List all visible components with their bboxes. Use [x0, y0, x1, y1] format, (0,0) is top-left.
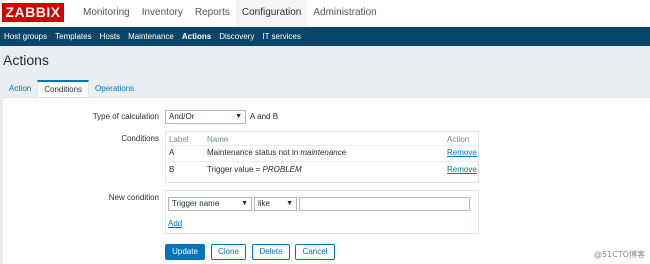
condition-b-label: B	[169, 165, 175, 174]
main-nav: Monitoring Inventory Reports Configurati…	[77, 0, 383, 27]
subnav-host-groups[interactable]: Host groups	[0, 27, 51, 46]
subnav-templates[interactable]: Templates	[51, 27, 95, 46]
nav-monitoring[interactable]: Monitoring	[77, 0, 136, 27]
page-title: Actions	[3, 52, 49, 68]
delete-button[interactable]: Delete	[252, 244, 290, 260]
header-divider	[166, 145, 478, 146]
calculation-expression: A and B	[250, 112, 279, 121]
clone-button[interactable]: Clone	[211, 244, 246, 260]
condition-b-name: Trigger value = PROBLEM	[207, 165, 302, 174]
subnav-discovery[interactable]: Discovery	[215, 27, 258, 46]
subnav-hosts[interactable]: Hosts	[96, 27, 124, 46]
nav-reports[interactable]: Reports	[189, 0, 236, 27]
zabbix-logo[interactable]: ZABBIX	[2, 3, 64, 22]
nav-configuration[interactable]: Configuration	[235, 0, 308, 27]
subnav-it-services[interactable]: IT services	[258, 27, 305, 46]
subnav-actions[interactable]: Actions	[178, 27, 215, 46]
add-condition-link[interactable]: Add	[168, 219, 182, 228]
col-header-action: Action	[447, 135, 470, 144]
subnav-maintenance[interactable]: Maintenance	[124, 27, 178, 46]
conditions-label: Conditions	[121, 134, 159, 143]
condition-a-name: Maintenance status not in maintenance	[207, 148, 347, 157]
type-of-calculation-label: Type of calculation	[92, 112, 159, 121]
col-header-label: Label	[169, 135, 189, 144]
condition-a-label: A	[169, 148, 175, 157]
row-divider	[166, 161, 478, 162]
tab-conditions[interactable]: Conditions	[37, 80, 90, 98]
nav-administration[interactable]: Administration	[307, 0, 382, 27]
top-header: ZABBIX Monitoring Inventory Reports Conf…	[0, 0, 650, 27]
update-button[interactable]: Update	[165, 244, 205, 260]
nav-inventory[interactable]: Inventory	[136, 0, 189, 27]
remove-condition-a-link[interactable]: Remove	[447, 148, 477, 157]
watermark: @51CTO博客	[594, 250, 645, 259]
calculation-type-value: And/Or	[169, 112, 195, 121]
chevron-down-icon: ▼	[241, 200, 248, 207]
condition-operator-value: like	[258, 199, 271, 208]
condition-type-select[interactable]: Trigger name ▼	[168, 197, 252, 211]
cancel-button[interactable]: Cancel	[295, 244, 335, 260]
condition-type-value: Trigger name	[172, 199, 220, 208]
remove-condition-b-link[interactable]: Remove	[447, 165, 477, 174]
new-condition-label: New condition	[108, 193, 159, 202]
chevron-down-icon: ▼	[286, 200, 293, 207]
condition-value-input[interactable]	[299, 197, 470, 211]
col-header-name: Name	[207, 135, 229, 144]
tab-operations[interactable]: Operations	[89, 80, 140, 98]
condition-operator-select[interactable]: like ▼	[254, 197, 297, 211]
sub-nav: Host groups Templates Hosts Maintenance …	[0, 27, 650, 46]
tab-bar: Action Conditions Operations	[3, 80, 140, 98]
calculation-type-select[interactable]: And/Or ▼	[165, 110, 246, 124]
tab-action[interactable]: Action	[3, 80, 37, 98]
chevron-down-icon: ▼	[235, 113, 242, 120]
